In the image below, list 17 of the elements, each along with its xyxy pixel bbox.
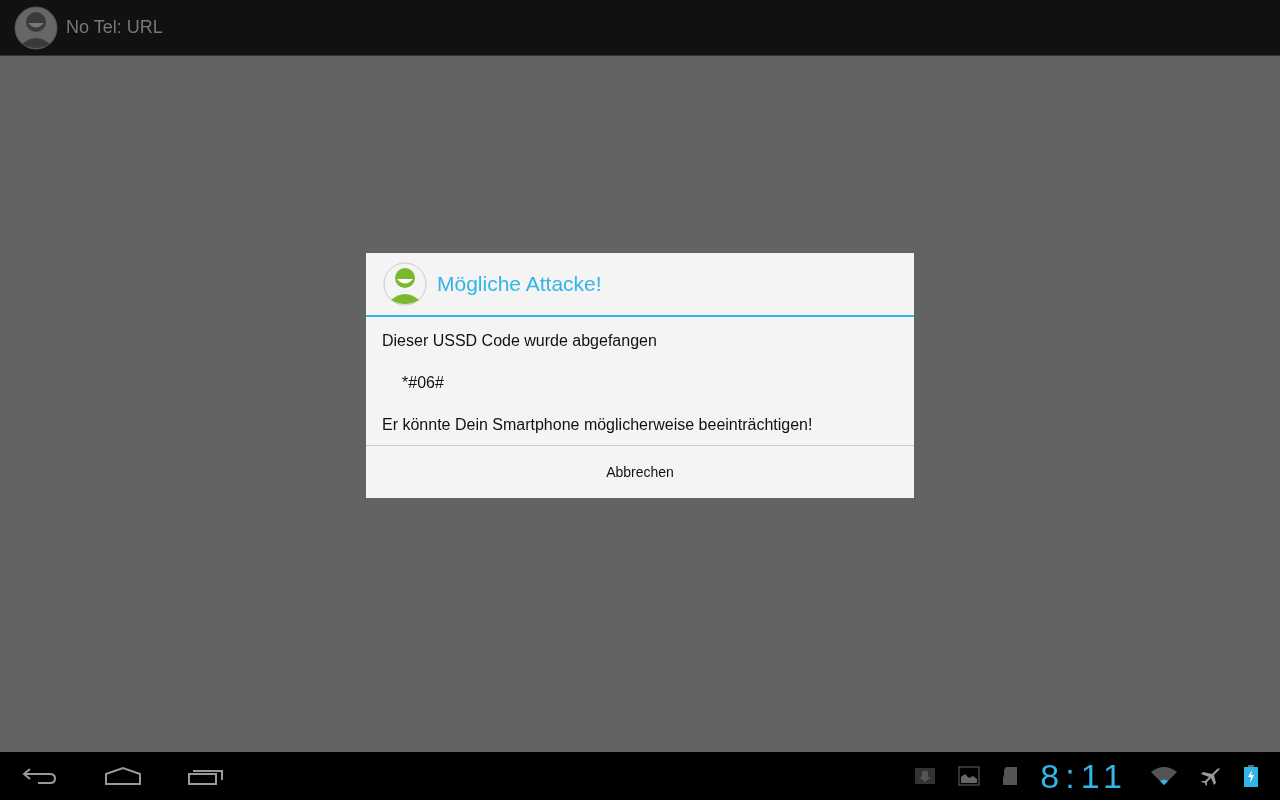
sd-card-icon xyxy=(1002,766,1019,786)
ussd-code: *#06# xyxy=(401,373,445,393)
image-icon xyxy=(958,766,981,786)
avatar-icon xyxy=(14,5,58,50)
airplane-icon xyxy=(1200,766,1222,786)
battery-icon xyxy=(1244,765,1258,787)
home-icon[interactable] xyxy=(104,766,142,786)
wifi-icon xyxy=(1150,766,1178,786)
avatar-icon xyxy=(383,262,427,306)
download-icon xyxy=(914,766,937,786)
cancel-button[interactable]: Abbrechen xyxy=(366,446,914,498)
back-icon[interactable] xyxy=(22,766,58,786)
dialog-warning: Er könnte Dein Smartphone möglicherweise beeinträchtigen! xyxy=(382,415,814,435)
app-title: No Tel: URL xyxy=(66,16,163,39)
dialog-message: Dieser USSD Code wurde abgefangen xyxy=(382,331,658,351)
dialog-title: Mögliche Attacke! xyxy=(437,271,602,298)
clock: 8:11 xyxy=(1040,759,1128,793)
